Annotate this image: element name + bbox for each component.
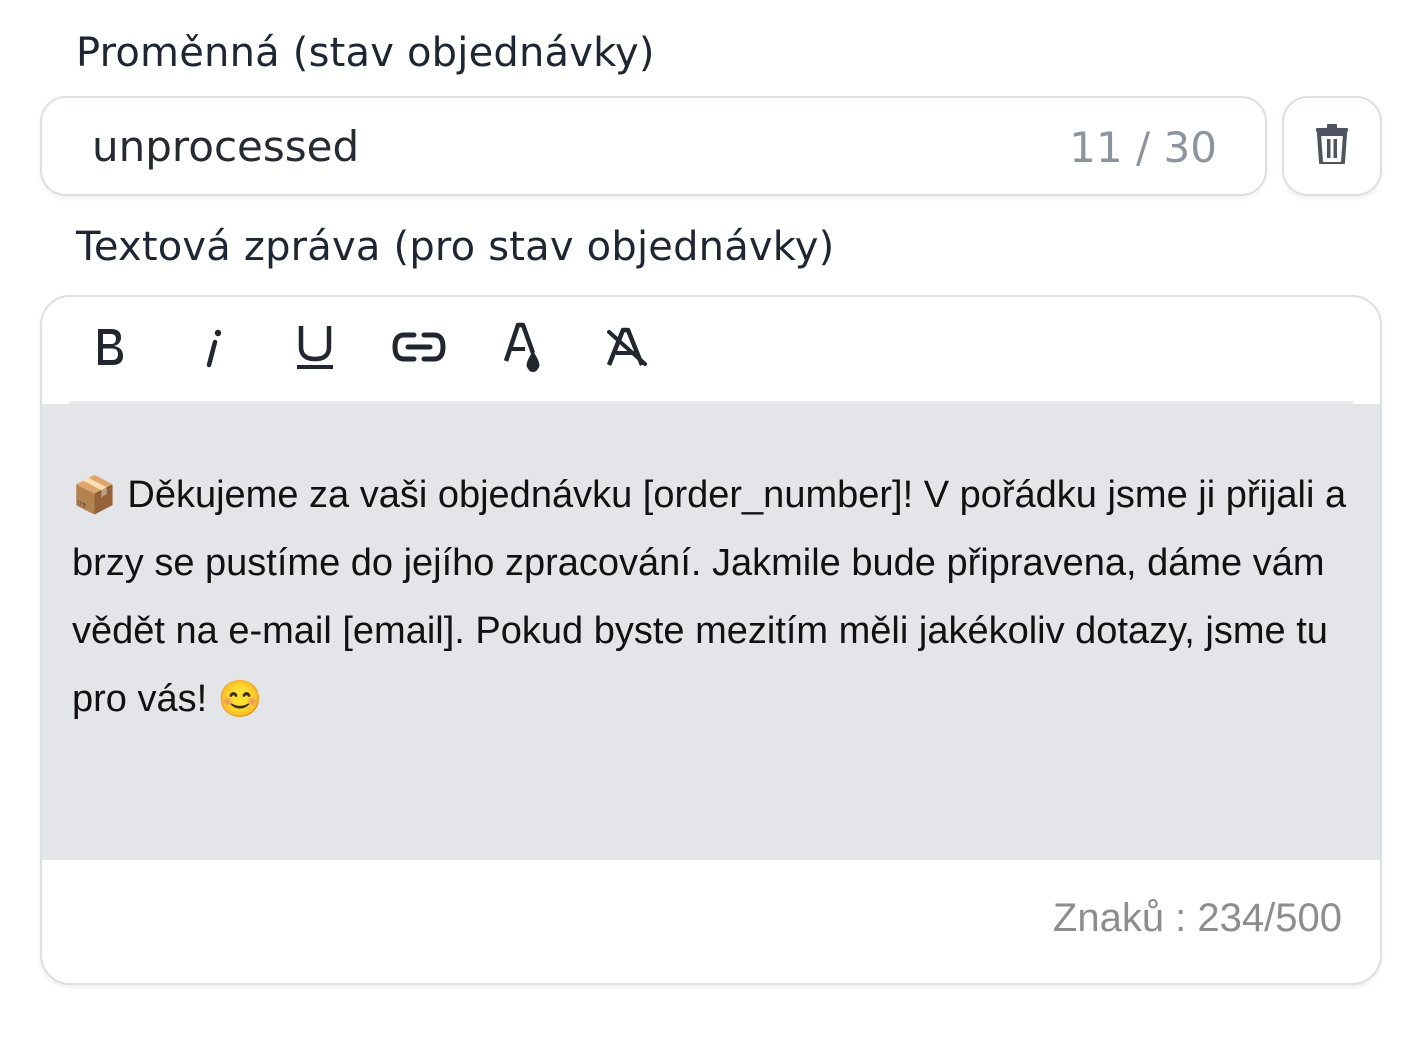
trash-icon	[1315, 124, 1349, 168]
clear-format-icon	[605, 326, 649, 372]
message-label: Textová zpráva (pro stav objednávky)	[76, 224, 835, 270]
link-icon	[392, 331, 446, 367]
bold-icon	[93, 326, 127, 372]
variable-char-counter: 11 / 30	[1069, 123, 1217, 172]
order-status-form: Proměnná (stav objednávky) unprocessed 1…	[0, 0, 1426, 1046]
package-emoji: 📦	[72, 474, 117, 515]
message-text: Děkujeme za vaši objednávku [order_numbe…	[72, 474, 1347, 720]
italic-button[interactable]	[188, 323, 240, 375]
italic-icon	[202, 326, 226, 372]
message-text-area[interactable]: 📦 Děkujeme za vaši objednávku [order_num…	[42, 404, 1380, 860]
variable-value: unprocessed	[92, 122, 360, 171]
variable-label: Proměnná (stav objednávky)	[76, 30, 655, 76]
underline-icon	[295, 323, 335, 375]
clear-format-button[interactable]	[601, 323, 653, 375]
delete-button[interactable]	[1282, 96, 1382, 196]
text-color-icon	[503, 321, 543, 377]
variable-input[interactable]: unprocessed 11 / 30	[40, 96, 1267, 196]
message-char-counter: Znaků : 234/500	[1052, 896, 1342, 940]
editor-toolbar	[42, 297, 1380, 403]
smile-emoji: 😊	[217, 678, 263, 719]
text-color-button[interactable]	[497, 321, 549, 377]
editor-footer: Znaků : 234/500	[42, 860, 1380, 983]
bold-button[interactable]	[84, 323, 136, 375]
message-editor: 📦 Děkujeme za vaši objednávku [order_num…	[40, 295, 1382, 985]
link-button[interactable]	[392, 323, 446, 375]
underline-button[interactable]	[289, 323, 341, 375]
